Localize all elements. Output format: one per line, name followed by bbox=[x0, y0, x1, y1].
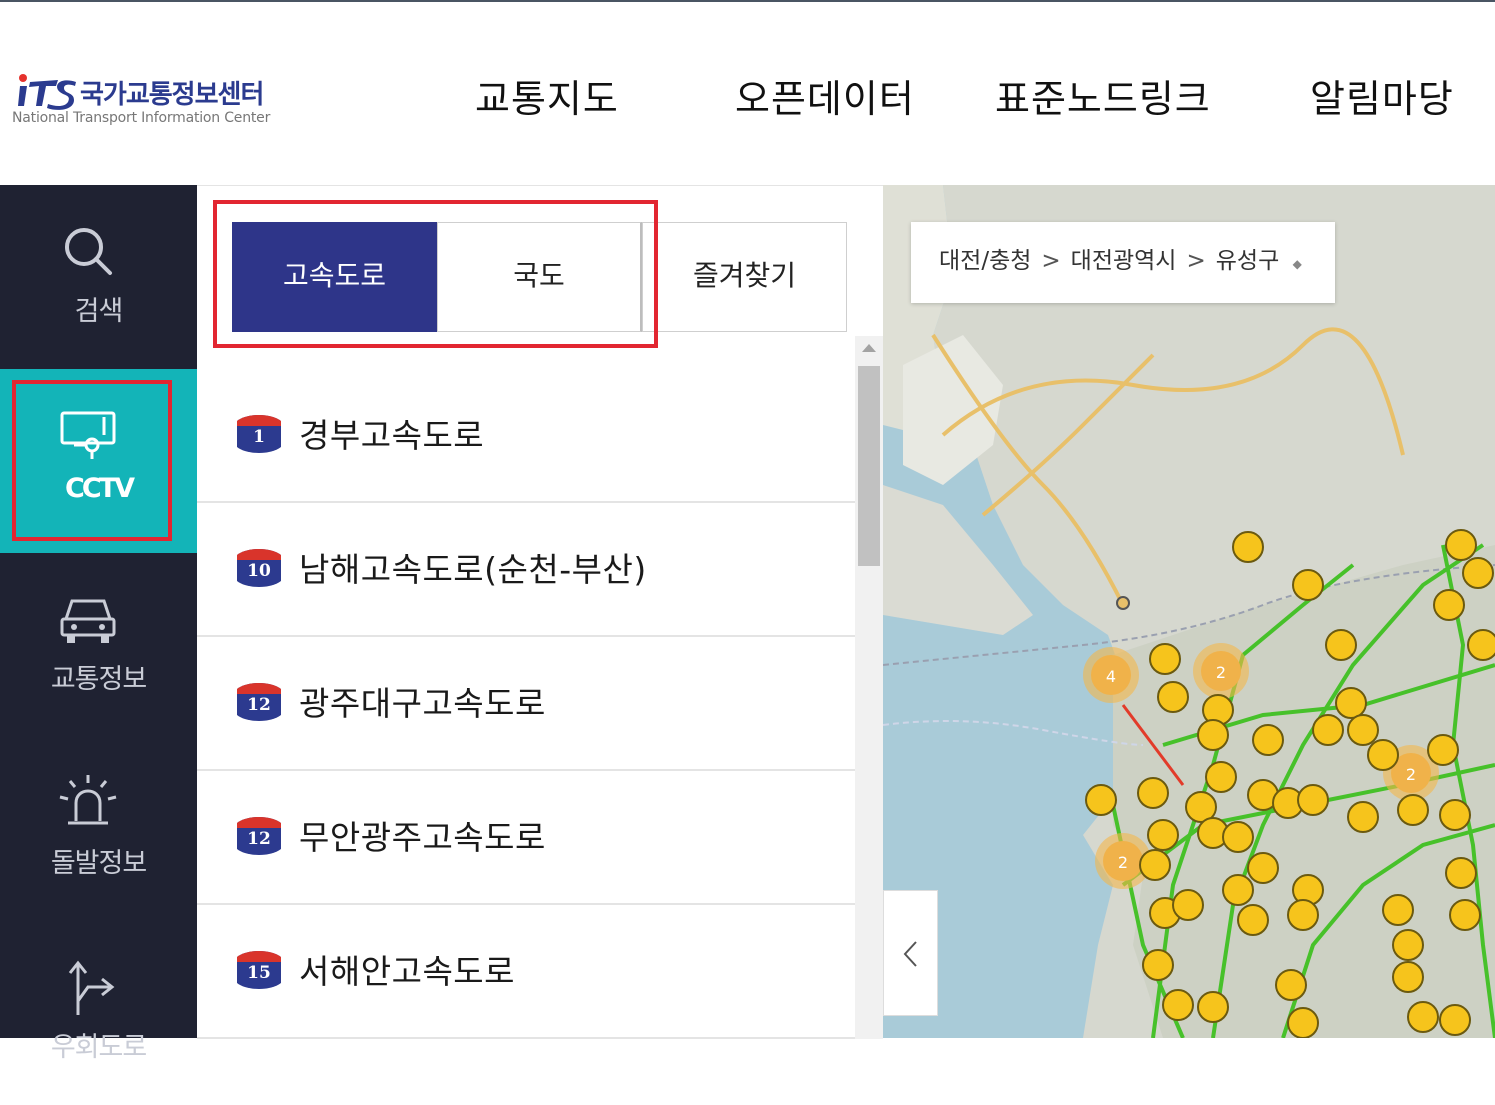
road-name: 광주대구고속도로 bbox=[299, 684, 546, 723]
tab-favorites[interactable]: 즐겨찾기 bbox=[642, 222, 847, 332]
sidebar-item-search[interactable]: 검색 bbox=[0, 185, 197, 369]
cctv-icon bbox=[60, 411, 116, 459]
route-number: 1 bbox=[253, 427, 265, 447]
its-logo-icon bbox=[18, 74, 76, 110]
left-sidebar: 검색 CCTV 교통정보 돌발정보 우회도로 bbox=[0, 185, 197, 1063]
dropdown-diamond-icon[interactable]: ◆ bbox=[1293, 225, 1302, 303]
svg-text:2: 2 bbox=[1406, 765, 1416, 784]
road-name: 남해고속도로(순천-부산) bbox=[299, 550, 647, 589]
traffic-map[interactable]: 4 2 2 2 대전/충청 > 대전광역시 > 유성구 ◆ bbox=[883, 185, 1495, 1038]
nav-item-standard-node-link[interactable]: 표준노드링크 bbox=[995, 68, 1211, 123]
nav-item-notice[interactable]: 알림마당 bbox=[1310, 68, 1454, 123]
scroll-up-arrow-icon[interactable] bbox=[862, 344, 876, 352]
cctv-list-panel: 고속도로 국도 즐겨찾기 1 경부고속도로 10 남해고속도로(순천-부산) 1… bbox=[197, 185, 883, 1039]
svg-text:4: 4 bbox=[1106, 667, 1116, 686]
sidebar-item-label: 검색 bbox=[74, 296, 124, 327]
logo-korean-name: 국가교통정보센터 bbox=[80, 80, 264, 110]
sidebar-item-detour[interactable]: 우회도로 bbox=[0, 921, 197, 1105]
chevron-left-icon bbox=[903, 941, 917, 967]
sidebar-item-label: 돌발정보 bbox=[50, 848, 147, 879]
sidebar-item-incident-info[interactable]: 돌발정보 bbox=[0, 737, 197, 921]
scroll-thumb[interactable] bbox=[858, 366, 880, 566]
route-number: 10 bbox=[247, 561, 271, 581]
breadcrumb-item[interactable]: 유성구 bbox=[1216, 222, 1279, 300]
road-type-tabs: 고속도로 국도 즐겨찾기 bbox=[232, 222, 847, 332]
sidebar-item-label: 교통정보 bbox=[50, 664, 147, 695]
list-item[interactable]: 1 경부고속도로 bbox=[197, 369, 855, 503]
site-logo[interactable]: 국가교통정보센터 National Transport Information … bbox=[12, 72, 282, 132]
siren-icon bbox=[59, 775, 117, 825]
breadcrumb-item[interactable]: 대전광역시 bbox=[1071, 222, 1177, 300]
list-item[interactable]: 10 남해고속도로(순천-부산) bbox=[197, 503, 855, 637]
list-item[interactable]: 12 광주대구고속도로 bbox=[197, 637, 855, 771]
road-name: 서해안고속도로 bbox=[299, 952, 516, 991]
route-number: 15 bbox=[247, 963, 271, 983]
breadcrumb-separator: > bbox=[1186, 248, 1206, 274]
main-nav: 교통지도 오픈데이터 표준노드링크 알림마당 bbox=[440, 68, 1490, 121]
sidebar-item-label: 우회도로 bbox=[50, 1032, 147, 1063]
breadcrumb-item[interactable]: 대전/충청 bbox=[939, 222, 1031, 300]
expressway-list: 1 경부고속도로 10 남해고속도로(순천-부산) 12 광주대구고속도로 12… bbox=[197, 369, 855, 1039]
collapse-panel-button[interactable] bbox=[883, 890, 938, 1016]
region-breadcrumb[interactable]: 대전/충청 > 대전광역시 > 유성구 ◆ bbox=[911, 222, 1335, 303]
search-icon bbox=[65, 228, 112, 275]
list-scrollbar[interactable] bbox=[855, 336, 883, 1039]
svg-text:2: 2 bbox=[1118, 853, 1128, 872]
logo-english-name: National Transport Information Center bbox=[12, 110, 271, 126]
tab-national-road[interactable]: 국도 bbox=[437, 222, 642, 332]
route-number: 12 bbox=[247, 695, 271, 715]
sidebar-item-label: CCTV bbox=[65, 473, 135, 504]
nav-item-traffic-map[interactable]: 교통지도 bbox=[475, 68, 619, 123]
site-header: 국가교통정보센터 National Transport Information … bbox=[0, 2, 1495, 185]
list-item[interactable]: 15 서해안고속도로 bbox=[197, 905, 855, 1039]
list-item[interactable]: 12 무안광주고속도로 bbox=[197, 771, 855, 905]
tab-expressway[interactable]: 고속도로 bbox=[232, 222, 437, 332]
road-name: 경부고속도로 bbox=[299, 416, 485, 455]
sidebar-item-traffic-info[interactable]: 교통정보 bbox=[0, 553, 197, 737]
nav-item-open-data[interactable]: 오픈데이터 bbox=[735, 68, 915, 123]
sidebar-item-cctv[interactable]: CCTV bbox=[0, 369, 197, 553]
road-name: 무안광주고속도로 bbox=[299, 818, 546, 857]
breadcrumb-separator: > bbox=[1041, 248, 1061, 274]
map-canvas: 4 2 2 2 bbox=[883, 185, 1495, 1038]
svg-text:2: 2 bbox=[1216, 663, 1226, 682]
route-number: 12 bbox=[247, 829, 271, 849]
car-icon bbox=[60, 599, 116, 643]
detour-arrow-icon bbox=[68, 960, 115, 1015]
